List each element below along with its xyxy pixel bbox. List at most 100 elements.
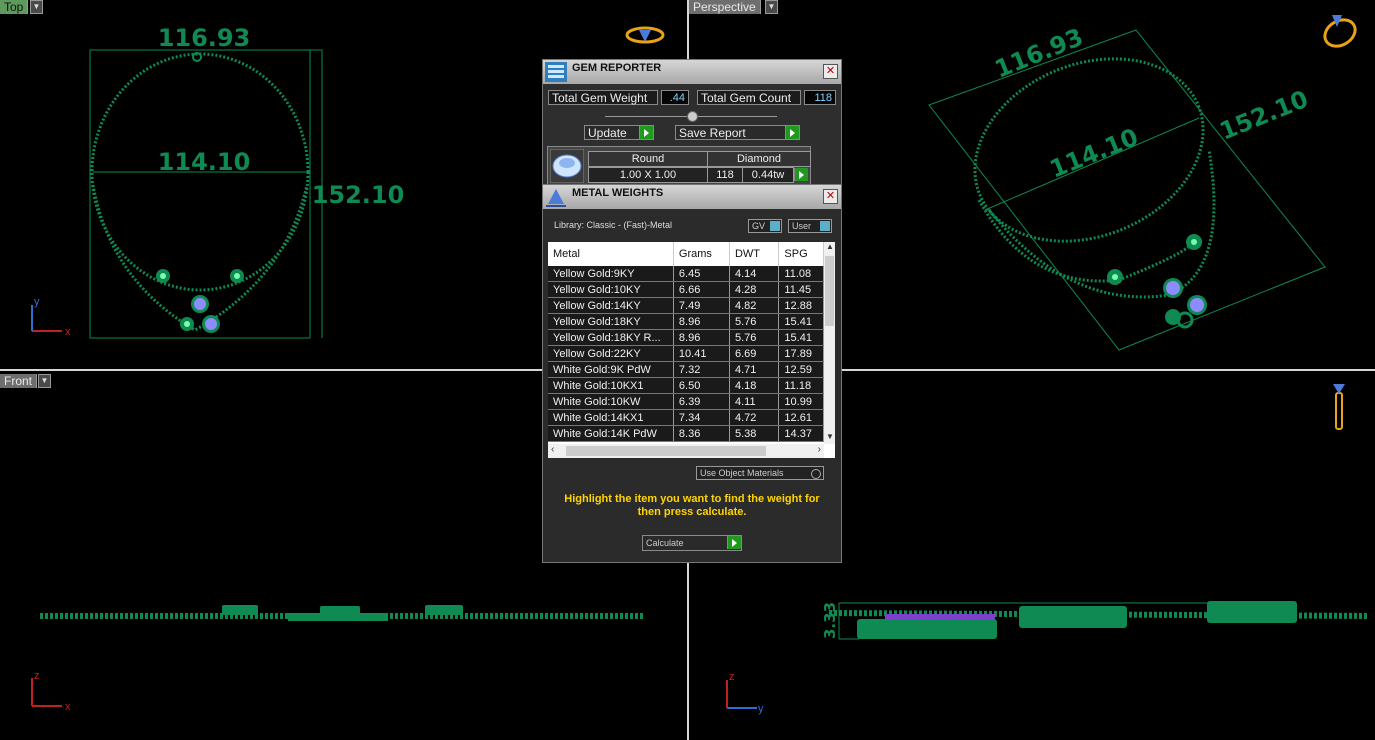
gem-row[interactable]: Round Diamond 1.00 X 1.00 118 0.44tw — [547, 146, 811, 186]
chevron-down-icon[interactable]: ▼ — [826, 432, 834, 441]
table-row[interactable]: White Gold:10KW 6.39 4.11 10.99 — [548, 393, 824, 410]
table-cell: Yellow Gold:18KY — [548, 313, 674, 330]
axis-x-label: x — [65, 701, 71, 713]
total-gem-count-label: Total Gem Count — [697, 90, 801, 105]
chevron-down-icon[interactable]: ▼ — [30, 0, 43, 14]
scrollbar-thumb[interactable] — [566, 446, 766, 456]
ring-view-icon[interactable] — [1320, 15, 1360, 52]
table-row[interactable]: Yellow Gold:22KY 10.41 6.69 17.89 — [548, 345, 824, 362]
table-cell: 10.41 — [673, 345, 730, 362]
ring-view-icon[interactable] — [1333, 384, 1345, 430]
gem-reporter-titlebar[interactable]: GEM REPORTER ✕ — [543, 60, 841, 84]
metal-weights-title: METAL WEIGHTS — [572, 187, 664, 199]
table-cell: White Gold:10KW — [548, 393, 674, 410]
table-cell: 11.45 — [778, 281, 824, 298]
table-cell: Yellow Gold:22KY — [548, 345, 674, 362]
column-header[interactable]: DWT — [729, 242, 780, 266]
play-icon — [785, 126, 799, 139]
total-gem-weight-value: .44 — [661, 90, 689, 105]
axis-y-label: y — [34, 296, 40, 308]
viewport-top-label[interactable]: Top — [0, 0, 29, 14]
table-cell: 11.18 — [778, 377, 824, 394]
table-header-row: Metal Grams DWT SPG — [548, 242, 824, 266]
dim-persp-height: 152.10 — [1216, 85, 1312, 146]
viewport-perspective-label[interactable]: Perspective — [689, 0, 761, 14]
axis-z-label: z — [729, 671, 735, 683]
table-row[interactable]: White Gold:14KX1 7.34 4.72 12.61 — [548, 409, 824, 426]
calculate-button-label: Calculate — [646, 538, 684, 548]
gem-reporter-title: GEM REPORTER — [572, 62, 662, 74]
round-gem-icon — [550, 149, 584, 183]
close-icon[interactable]: ✕ — [823, 64, 838, 79]
table-cell: 4.11 — [729, 393, 780, 410]
table-cell: 15.41 — [778, 329, 824, 346]
ring-view-icon[interactable] — [625, 26, 665, 44]
chevron-down-icon[interactable]: ▼ — [38, 374, 51, 388]
table-cell: White Gold:14KX1 — [548, 409, 674, 426]
chevron-up-icon[interactable]: ▲ — [826, 242, 834, 251]
table-row[interactable]: White Gold:10KX1 6.50 4.18 11.18 — [548, 377, 824, 394]
use-object-materials-toggle[interactable]: Use Object Materials — [696, 466, 824, 480]
chevron-left-icon[interactable]: ‹ — [551, 444, 554, 455]
scrollbar-thumb[interactable] — [825, 256, 834, 326]
gem-count: 118 — [707, 167, 743, 183]
info-icon — [770, 221, 780, 231]
table-cell: 8.36 — [673, 425, 730, 442]
metal-table-container: Metal Grams DWT SPG Yellow Gold:9KY 6.45 4.14… — [548, 242, 835, 458]
update-button-label: Update — [588, 126, 627, 140]
dim-height: 152.10 — [312, 181, 405, 209]
horizontal-scrollbar[interactable]: ‹ › — [548, 444, 824, 458]
chevron-down-icon[interactable]: ▼ — [765, 0, 778, 14]
table-cell: 11.08 — [778, 266, 824, 282]
metal-table[interactable]: Metal Grams DWT SPG Yellow Gold:9KY 6.45 4.14… — [548, 242, 824, 442]
table-cell: 6.50 — [673, 377, 730, 394]
total-gem-count-value: 118 — [804, 90, 836, 105]
table-cell: 12.61 — [778, 409, 824, 426]
save-report-button[interactable]: Save Report — [675, 125, 800, 140]
gv-button[interactable]: GV — [748, 219, 782, 233]
close-icon[interactable]: ✕ — [823, 189, 838, 204]
table-cell: Yellow Gold:10KY — [548, 281, 674, 298]
table-row[interactable]: White Gold:14K PdW 8.36 5.38 14.37 — [548, 425, 824, 442]
dim-inner-width: 114.10 — [158, 148, 251, 176]
table-cell: 8.96 — [673, 313, 730, 330]
column-header[interactable]: Metal — [548, 242, 674, 266]
vertical-scrollbar[interactable]: ▲ ▼ — [824, 242, 835, 444]
library-label: Library: Classic - (Fast)-Metal — [554, 220, 673, 230]
table-cell: 4.18 — [729, 377, 780, 394]
column-header[interactable]: Grams — [673, 242, 730, 266]
slider-handle[interactable] — [687, 111, 698, 122]
gv-label: GV — [752, 221, 766, 231]
user-button[interactable]: User — [788, 219, 832, 233]
table-cell: Yellow Gold:18KY R... — [548, 329, 674, 346]
gem-details-button[interactable] — [794, 168, 808, 181]
update-button[interactable]: Update — [584, 125, 654, 140]
dim-top-width: 116.93 — [158, 24, 251, 52]
table-cell: 14.37 — [778, 425, 824, 442]
gem-reporter-panel: GEM REPORTER ✕ Total Gem Weight .44 Tota… — [542, 59, 842, 187]
dim-thickness: 3.33 — [821, 602, 839, 639]
table-row[interactable]: Yellow Gold:18KY R... 8.96 5.76 15.41 — [548, 329, 824, 346]
table-cell: 10.99 — [778, 393, 824, 410]
chevron-right-icon[interactable]: › — [818, 444, 821, 455]
metal-weights-titlebar[interactable]: METAL WEIGHTS ✕ — [543, 185, 841, 209]
table-row[interactable]: Yellow Gold:10KY 6.66 4.28 11.45 — [548, 281, 824, 298]
table-row[interactable]: White Gold:9K PdW 7.32 4.71 12.59 — [548, 361, 824, 378]
calculate-button[interactable]: Calculate — [642, 535, 742, 551]
scale-icon — [546, 189, 566, 207]
table-cell: 4.82 — [729, 297, 780, 314]
table-row[interactable]: Yellow Gold:14KY 7.49 4.82 12.88 — [548, 297, 824, 314]
column-header[interactable]: SPG — [778, 242, 824, 266]
gem-shape: Round — [588, 151, 708, 167]
dim-persp-inner-width: 114.10 — [1046, 123, 1142, 184]
table-cell: 12.88 — [778, 297, 824, 314]
viewport-front-label[interactable]: Front — [0, 374, 38, 388]
table-row[interactable]: Yellow Gold:18KY 8.96 5.76 15.41 — [548, 313, 824, 330]
table-cell: 8.96 — [673, 329, 730, 346]
table-cell: 6.39 — [673, 393, 730, 410]
table-cell: 4.71 — [729, 361, 780, 378]
axis-z-label: z — [34, 670, 40, 682]
table-cell: 5.38 — [729, 425, 780, 442]
table-cell: 7.49 — [673, 297, 730, 314]
table-row[interactable]: Yellow Gold:9KY 6.45 4.14 11.08 — [548, 266, 824, 282]
